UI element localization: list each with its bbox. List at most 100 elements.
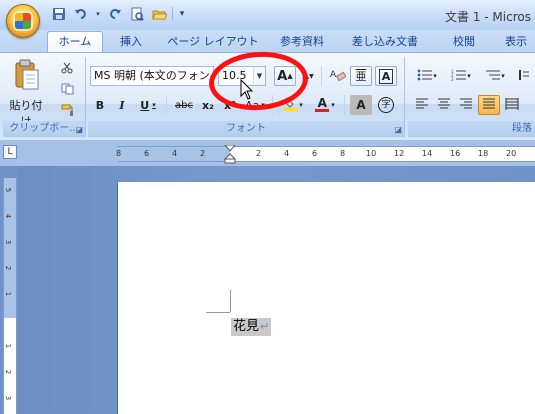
italic-icon: I <box>119 98 125 112</box>
ruler-tick: 3 <box>4 239 13 245</box>
distributed-button[interactable] <box>502 95 522 115</box>
crop-mark <box>230 290 231 312</box>
ruler-tick: 4 <box>4 213 13 219</box>
document-page[interactable] <box>118 182 535 414</box>
multilevel-list-button[interactable]: ▾ <box>480 66 510 86</box>
bold-icon: B <box>95 98 105 112</box>
horizontal-ruler[interactable]: 8 6 4 2 2 4 6 8 10 12 14 16 18 20 <box>116 144 535 164</box>
numbering-button[interactable]: 123 ▾ <box>446 66 476 86</box>
decrease-indent-icon <box>519 69 529 84</box>
font-color-button[interactable]: A ▾ <box>310 95 340 115</box>
character-border-button[interactable]: A <box>375 66 397 86</box>
ruler-tick: 5 <box>4 187 13 193</box>
indent-marker-icon[interactable] <box>223 144 237 167</box>
customize-toolbar-icon[interactable]: ▾ <box>177 5 187 23</box>
office-logo-icon <box>15 13 31 29</box>
print-preview-icon[interactable] <box>128 5 146 23</box>
enclose-characters-button[interactable]: 字 <box>375 95 397 115</box>
ruler-tick: 2 <box>4 265 13 271</box>
tab-selector[interactable]: L <box>3 145 17 159</box>
save-icon[interactable] <box>50 5 68 23</box>
distributed-icon <box>505 97 519 113</box>
tab-home[interactable]: ホーム <box>47 31 103 53</box>
character-border-icon: A <box>378 68 394 84</box>
ruler-tick: 6 <box>144 149 150 158</box>
clipboard-group-label: クリップボー... <box>3 121 85 137</box>
paste-button[interactable]: 貼り付け <box>5 57 47 128</box>
cut-button[interactable] <box>57 59 77 79</box>
character-shading-icon: A <box>356 98 366 112</box>
phonetic-guide-button[interactable]: 亜 <box>350 66 372 86</box>
top-margin-area <box>4 178 16 318</box>
clipboard-dialog-launcher-icon[interactable]: ◪ <box>75 125 83 134</box>
justify-icon <box>482 98 496 113</box>
subscript-icon: x₂ <box>202 98 214 112</box>
toolbar-separator <box>172 7 173 21</box>
undo-icon[interactable] <box>72 5 90 23</box>
mouse-pointer-icon <box>240 78 254 101</box>
decrease-indent-button[interactable] <box>514 66 534 86</box>
italic-button[interactable]: I <box>112 95 132 115</box>
ruler-bar: L 8 6 4 2 2 4 6 8 10 12 14 16 18 20 <box>0 140 535 166</box>
tab-review[interactable]: 校閲 <box>444 32 484 52</box>
bold-button[interactable]: B <box>90 95 110 115</box>
bullet-list-icon <box>417 69 433 84</box>
paragraph-group-label: 段落 <box>408 121 535 137</box>
vertical-ruler[interactable]: 5 4 3 2 1 1 2 3 <box>3 178 17 414</box>
open-folder-icon[interactable] <box>150 5 168 23</box>
redo-icon[interactable] <box>106 5 124 23</box>
character-shading-button[interactable]: A <box>350 95 372 115</box>
font-name-combobox[interactable]: MS 明朝 (本文のフォン <box>90 66 214 86</box>
window-title: 文書 1 - Micros <box>445 10 531 24</box>
ruler-tick: 14 <box>422 149 433 158</box>
ruler-tick: 4 <box>284 149 290 158</box>
format-painter-button[interactable] <box>57 101 77 121</box>
ruler-tick: 4 <box>172 149 178 158</box>
tab-references[interactable]: 参考資料 <box>272 32 332 52</box>
tab-page-layout[interactable]: ページ レイアウト <box>163 32 263 52</box>
underline-icon: U <box>140 98 150 112</box>
align-right-icon <box>459 98 473 113</box>
numbered-list-icon: 123 <box>451 69 467 84</box>
phonetic-guide-icon: 亜 <box>355 70 367 83</box>
subscript-button[interactable]: x₂ <box>198 95 218 115</box>
ruler-tick: 1 <box>4 343 13 349</box>
ruler-tick: 8 <box>116 149 122 158</box>
ruler-tick: 1 <box>4 291 13 297</box>
ruler-tick: 18 <box>478 149 489 158</box>
align-center-icon <box>437 98 451 113</box>
undo-dropdown-icon[interactable]: ▾ <box>94 5 102 23</box>
separator <box>344 95 345 115</box>
tab-insert[interactable]: 挿入 <box>111 32 151 52</box>
separator <box>166 95 167 115</box>
office-button[interactable] <box>6 4 40 38</box>
align-left-button[interactable] <box>412 95 432 115</box>
ribbon-tabs: ホーム 挿入 ページ レイアウト 参考資料 差し込み文書 校閲 表示 <box>0 30 535 53</box>
separator <box>321 66 322 86</box>
selected-text[interactable]: 花見↵ <box>231 318 272 336</box>
eraser-icon: A <box>330 68 347 85</box>
tab-view[interactable]: 表示 <box>496 32 535 52</box>
ruler-tick: 3 <box>4 395 13 401</box>
scissors-icon <box>61 62 73 77</box>
font-dialog-launcher-icon[interactable]: ◪ <box>394 125 402 134</box>
quick-access-toolbar: ▾ ▾ <box>50 5 187 23</box>
clear-formatting-button[interactable]: A <box>328 66 348 86</box>
font-name-value: MS 明朝 (本文のフォン <box>94 69 210 82</box>
justify-button[interactable] <box>478 95 500 115</box>
copy-button[interactable] <box>57 80 77 100</box>
bullets-button[interactable]: ▾ <box>412 66 442 86</box>
svg-text:A: A <box>330 70 337 80</box>
underline-button[interactable]: U ▾ <box>134 95 162 115</box>
paragraph-group: ▾ 123 ▾ ▾ 段落 <box>408 57 535 137</box>
ruler-tick: 8 <box>340 149 346 158</box>
align-right-button[interactable] <box>456 95 476 115</box>
align-center-button[interactable] <box>434 95 454 115</box>
ruler-tick: 2 <box>200 149 206 158</box>
align-left-icon <box>415 98 429 113</box>
document-text: 花見 <box>233 319 260 334</box>
strikethrough-button[interactable]: abc <box>172 95 196 115</box>
ruler-tick: 20 <box>506 149 517 158</box>
tab-mailings[interactable]: 差し込み文書 <box>340 32 430 52</box>
paragraph-mark-icon: ↵ <box>260 320 270 333</box>
